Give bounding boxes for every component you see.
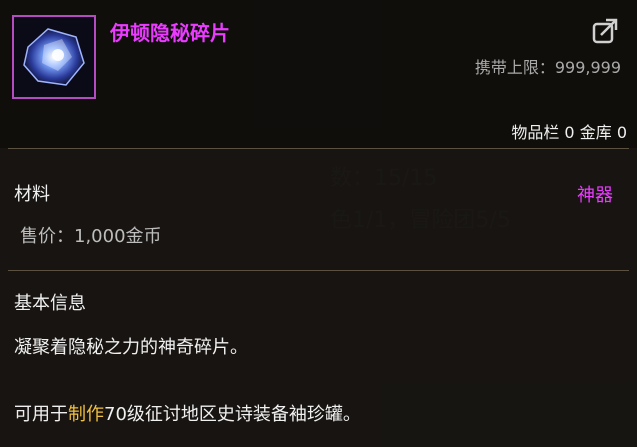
price-label: 售价： <box>20 226 74 247</box>
item-description: 凝聚着隐秘之力的神奇碎片。 <box>14 337 248 358</box>
item-rarity: 神器 <box>577 185 613 206</box>
carry-limit-label: 携带上限： <box>474 58 555 77</box>
item-icon <box>12 15 96 99</box>
item-tooltip: 伊顿隐秘碎片 携带上限：999,999 物品栏 0 金库 0 材料 神器 售价：… <box>0 0 637 447</box>
divider <box>8 270 629 271</box>
carry-limit: 携带上限：999,999 <box>475 54 621 78</box>
item-name: 伊顿隐秘碎片 <box>110 21 230 45</box>
item-usage: 可用于制作70级征讨地区史诗装备袖珍罐。 <box>14 400 361 426</box>
crystal-shard-icon <box>14 17 94 97</box>
section-title: 基本信息 <box>14 293 86 314</box>
storage-label: 金库 <box>579 123 612 142</box>
usage-highlight: 制作 <box>68 404 104 425</box>
divider <box>8 148 629 149</box>
storage-count: 0 <box>616 123 627 142</box>
usage-suffix: 70级征讨地区史诗装备袖珍罐。 <box>104 404 361 425</box>
inventory-stash-counts: 物品栏 0 金库 0 <box>511 119 627 143</box>
carry-limit-value: 999,999 <box>554 58 621 77</box>
inventory-label: 物品栏 <box>511 123 560 142</box>
usage-prefix: 可用于 <box>14 404 68 425</box>
inventory-count: 0 <box>564 123 575 142</box>
export-arrow-icon <box>592 18 618 44</box>
price-value: 1,000金币 <box>74 226 162 247</box>
item-type: 材料 <box>14 184 50 205</box>
export-button[interactable] <box>592 16 620 44</box>
item-price: 售价：1,000金币 <box>20 222 162 248</box>
